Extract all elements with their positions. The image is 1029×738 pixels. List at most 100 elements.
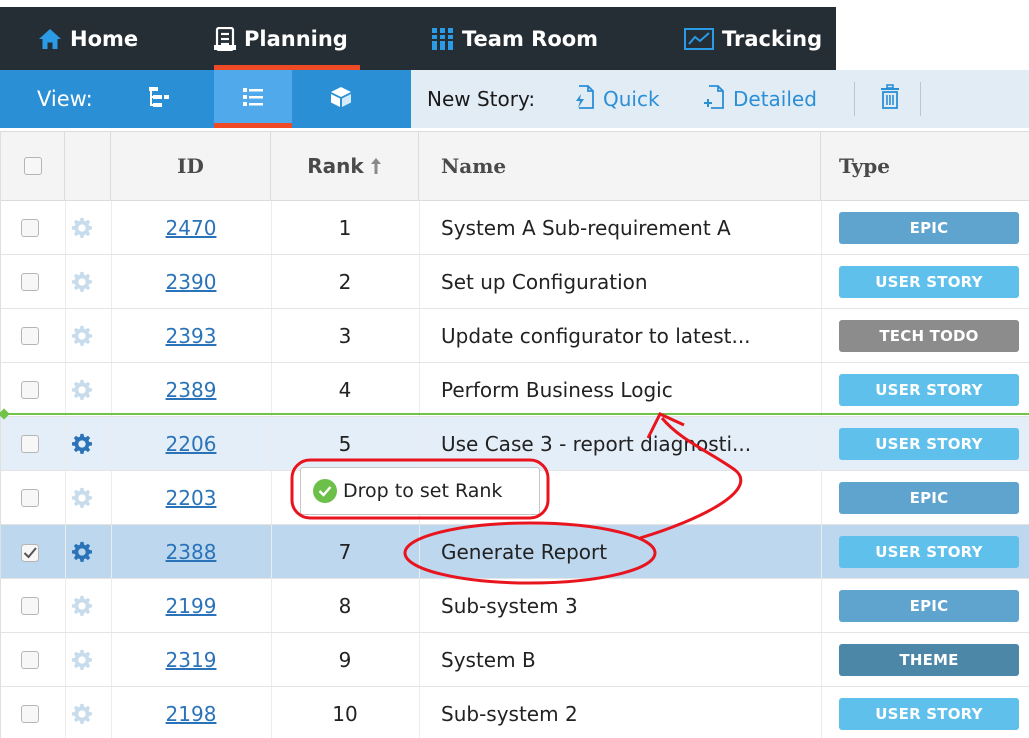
column-divider [419, 309, 420, 362]
column-divider [271, 255, 272, 308]
column-divider [821, 471, 822, 524]
row-checkbox[interactable] [21, 218, 39, 237]
story-id-link[interactable]: 2199 [166, 594, 217, 618]
gear-icon[interactable] [71, 649, 93, 671]
story-id-link[interactable]: 2389 [166, 378, 217, 402]
table-row[interactable]: 2388 7 Generate Report USER STORY [1, 525, 1029, 579]
drop-tooltip-label: Drop to set Rank [343, 480, 503, 502]
row-rank-cell: 3 [338, 323, 352, 348]
row-actions-cell [71, 525, 93, 578]
column-divider [821, 309, 822, 362]
gear-icon[interactable] [71, 217, 93, 239]
story-id-link[interactable]: 2198 [166, 702, 217, 726]
gear-icon[interactable] [71, 595, 93, 617]
row-name-cell: Perform Business Logic [441, 377, 673, 402]
gear-icon[interactable] [71, 487, 93, 509]
row-type-cell: USER STORY [839, 687, 1019, 738]
column-divider [271, 633, 272, 686]
story-id-link[interactable]: 2319 [166, 648, 217, 672]
table-row[interactable]: 2470 1 System A Sub-requirement A EPIC [1, 201, 1029, 255]
row-checkbox[interactable] [21, 434, 39, 453]
row-select-cell [21, 471, 39, 524]
column-divider [419, 633, 420, 686]
table-row[interactable]: 2390 2 Set up Configuration USER STORY [1, 255, 1029, 309]
type-badge: USER STORY [839, 265, 1019, 298]
header-name[interactable]: Name [419, 132, 821, 200]
nav-item-team-room[interactable]: Team Room [432, 7, 598, 70]
row-id-cell: 2198 [111, 687, 271, 738]
tracking-chart-icon [684, 27, 714, 50]
quick-story-button[interactable]: Quick [573, 70, 660, 128]
column-divider [65, 363, 66, 416]
row-rank-cell: 8 [338, 593, 352, 618]
gear-icon[interactable] [71, 271, 93, 293]
story-id-link[interactable]: 2206 [166, 432, 217, 456]
package-view-button[interactable] [302, 70, 380, 128]
detailed-story-label: Detailed [733, 87, 817, 111]
header-rank[interactable]: Rank [271, 132, 419, 200]
row-name-cell: Update configurator to latest... [441, 323, 751, 348]
row-select-cell [21, 363, 39, 416]
row-select-cell [21, 201, 39, 254]
gear-icon[interactable] [71, 703, 93, 725]
row-checkbox[interactable] [21, 650, 39, 669]
row-type-cell: USER STORY [839, 525, 1019, 578]
column-divider [65, 687, 66, 738]
delete-button[interactable] [875, 70, 905, 128]
column-divider [271, 471, 272, 524]
column-divider [271, 687, 272, 738]
gear-icon[interactable] [71, 379, 93, 401]
header-id-label: ID [177, 154, 204, 178]
column-divider [111, 579, 112, 632]
row-checkbox[interactable] [21, 326, 39, 345]
table-row[interactable]: 2199 8 Sub-system 3 EPIC [1, 579, 1029, 633]
gear-icon[interactable] [71, 541, 93, 563]
trash-icon [880, 84, 900, 114]
story-id-link[interactable]: 2203 [166, 486, 217, 510]
row-checkbox[interactable] [21, 272, 39, 291]
row-checkbox[interactable] [21, 704, 39, 723]
row-select-cell [21, 417, 39, 470]
column-divider [821, 525, 822, 578]
tree-view-button[interactable] [120, 70, 198, 128]
gear-icon[interactable] [71, 325, 93, 347]
nav-item-tracking[interactable]: Tracking [684, 7, 822, 70]
table-row[interactable]: 2206 5 Use Case 3 - report diagnosti... USE… [1, 417, 1029, 471]
header-id[interactable]: ID [111, 132, 271, 200]
column-divider [65, 525, 66, 578]
table-row[interactable]: 2319 9 System B THEME [1, 633, 1029, 687]
row-checkbox[interactable] [21, 543, 39, 562]
detailed-story-button[interactable]: Detailed [703, 70, 817, 128]
table-row[interactable]: 2198 10 Sub-system 2 USER STORY [1, 687, 1029, 738]
story-id-link[interactable]: 2388 [166, 540, 217, 564]
row-rank-cell: 2 [338, 269, 352, 294]
nav-item-planning[interactable]: Planning [214, 7, 360, 70]
select-all-checkbox[interactable] [23, 157, 42, 175]
row-checkbox[interactable] [21, 488, 39, 507]
nav-item-home-label: Home [70, 26, 139, 51]
column-divider [65, 309, 66, 362]
column-divider [65, 255, 66, 308]
view-switcher: View: [0, 70, 411, 128]
story-id-link[interactable]: 2470 [166, 216, 217, 240]
row-checkbox[interactable] [21, 380, 39, 399]
gear-icon[interactable] [71, 433, 93, 455]
type-badge: USER STORY [839, 427, 1019, 460]
row-actions-cell [71, 687, 93, 738]
table-row[interactable]: 2393 3 Update configurator to latest... TEC… [1, 309, 1029, 363]
nav-item-home[interactable]: Home [38, 7, 138, 70]
table-row[interactable]: 2389 4 Perform Business Logic USER STORY [1, 363, 1029, 417]
story-id-link[interactable]: 2390 [166, 270, 217, 294]
column-divider [271, 579, 272, 632]
list-view-button[interactable] [214, 70, 292, 128]
row-type-cell: USER STORY [839, 255, 1019, 308]
row-name-cell: System B [441, 647, 536, 672]
row-actions-cell [71, 471, 93, 524]
new-story-bar: New Story: Quick Detailed [411, 70, 1029, 128]
home-icon [38, 28, 62, 50]
header-type[interactable]: Type [821, 132, 1029, 200]
row-checkbox[interactable] [21, 596, 39, 615]
story-id-link[interactable]: 2393 [166, 324, 217, 348]
quick-story-label: Quick [603, 87, 660, 111]
row-id-cell: 2199 [111, 579, 271, 632]
